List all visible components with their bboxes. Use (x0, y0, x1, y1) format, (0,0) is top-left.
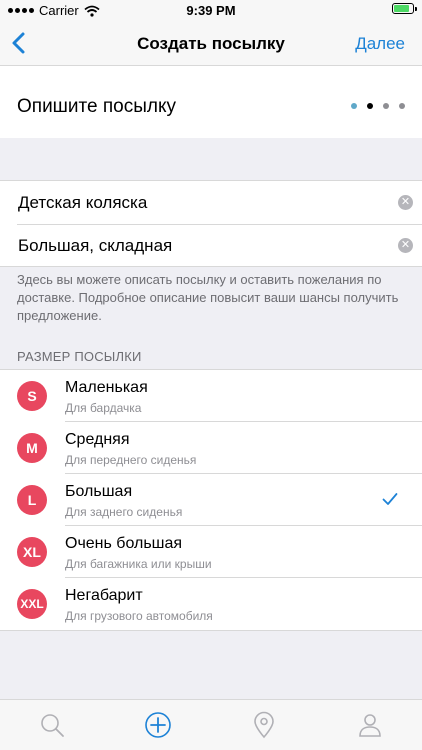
size-title: Маленькая (65, 379, 148, 396)
size-subtitle: Для бардачка (65, 401, 142, 415)
page-dot (383, 103, 389, 109)
tab-bar (0, 699, 422, 750)
size-badge: M (17, 433, 47, 463)
size-option-s[interactable]: S Маленькая Для бардачка (0, 370, 422, 422)
size-title: Средняя (65, 431, 130, 448)
size-option-xl[interactable]: XL Очень большая Для багажника или крыши (0, 526, 422, 578)
clear-icon[interactable]: ✕ (398, 195, 413, 210)
back-chevron-icon[interactable] (6, 28, 34, 58)
profile-icon[interactable] (356, 711, 384, 739)
size-option-l[interactable]: L Большая Для заднего сиденья (0, 474, 422, 526)
description-line1-row: ✕ (17, 181, 422, 225)
size-title: Негабарит (65, 587, 143, 604)
size-subtitle: Для багажника или крыши (65, 557, 212, 571)
next-button[interactable]: Далее (355, 34, 405, 54)
step-title: Опишите посылку (17, 96, 176, 117)
size-badge: XXL (17, 589, 47, 619)
description-line1-input[interactable] (18, 181, 378, 224)
size-section-label: РАЗМЕР ПОСЫЛКИ (17, 349, 142, 364)
size-list: S Маленькая Для бардачка M Средняя Для передн… (0, 369, 422, 631)
size-title: Очень большая (65, 535, 183, 552)
step-header: Опишите посылку (0, 66, 422, 138)
description-inputs: ✕ ✕ (0, 180, 422, 267)
status-bar: Carrier 9:39 PM (0, 0, 422, 22)
page-dot (351, 103, 357, 109)
checkmark-icon (382, 493, 398, 505)
page-dot (399, 103, 405, 109)
location-pin-icon[interactable] (250, 711, 278, 739)
help-text: Здесь вы можете описать посылку и остави… (17, 272, 399, 323)
add-circle-icon[interactable] (144, 711, 172, 739)
status-time: 9:39 PM (186, 3, 236, 18)
description-line2-row: ✕ (17, 224, 422, 267)
page-dot (367, 103, 373, 109)
size-option-xxl[interactable]: XXL Негабарит Для грузового автомобиля (0, 578, 422, 630)
size-badge: S (17, 381, 47, 411)
status-right (392, 3, 417, 14)
page-indicator (351, 103, 405, 109)
size-badge: XL (17, 537, 47, 567)
battery-icon (392, 3, 417, 14)
navigation-bar: Создать посылку Далее (0, 22, 422, 66)
size-title: Большая (65, 483, 133, 500)
size-subtitle: Для переднего сиденья (65, 453, 197, 467)
description-line2-input[interactable] (18, 224, 378, 267)
size-subtitle: Для грузового автомобиля (65, 609, 213, 623)
size-subtitle: Для заднего сиденья (65, 505, 183, 519)
clear-icon[interactable]: ✕ (398, 238, 413, 253)
search-icon[interactable] (38, 711, 66, 739)
size-option-m[interactable]: M Средняя Для переднего сиденья (0, 422, 422, 474)
size-badge: L (17, 485, 47, 515)
